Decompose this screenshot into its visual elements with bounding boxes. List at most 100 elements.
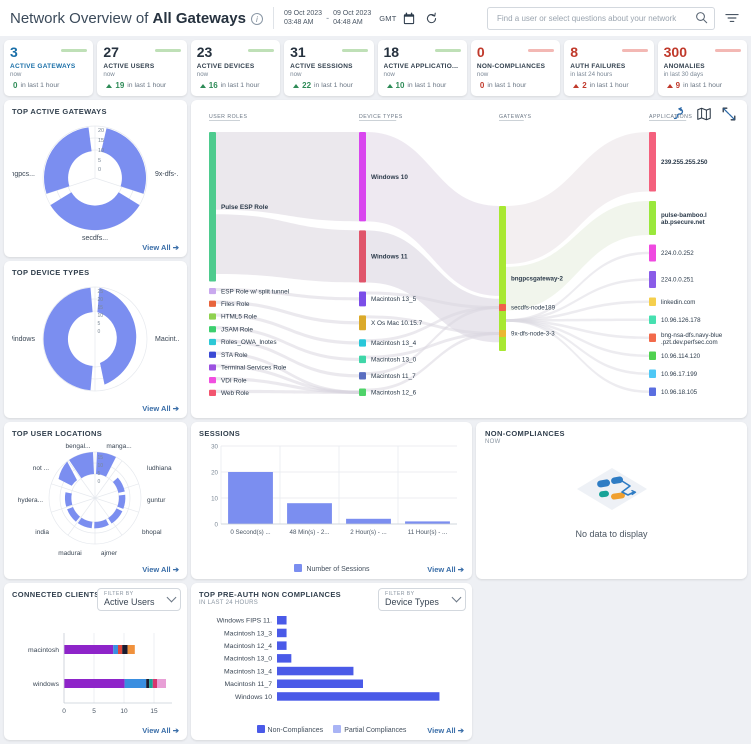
sankey-node[interactable] [209,338,216,346]
bar[interactable] [346,518,391,524]
view-all-link[interactable]: View All ➔ [142,404,179,413]
kpi-card-active-users[interactable]: 27 ACTIVE USERS now 19 in last 1 hour [97,40,187,96]
kpi-card-active-sessions[interactable]: 31 ACTIVE SESSIONS now 22 in last 1 hour [284,40,374,96]
sankey-node[interactable] [359,230,366,283]
bar[interactable] [287,503,332,524]
sankey-node[interactable] [359,339,366,347]
sankey-node[interactable] [209,300,216,307]
sankey-node[interactable] [649,387,656,397]
chevron-down-icon[interactable] [166,592,177,603]
svg-text:5: 5 [92,708,96,715]
connected-clients-chart[interactable]: 0 5 10 15 macintosh windows [12,621,179,733]
view-all-label: View All [142,565,171,574]
sankey-node[interactable] [209,313,216,320]
stacked-bar-segment[interactable] [152,679,157,688]
search-input[interactable] [497,13,695,23]
bar[interactable] [277,692,440,701]
kpi-card-non-compliances[interactable]: 0 NON-COMPLIANCES now 0 in last 1 hour [470,40,561,96]
view-all-link[interactable]: View All ➔ [142,726,179,735]
kpi-card-active-devices[interactable]: 23 ACTIVE DEVICES now 16 in last 1 hour [190,40,281,96]
connected-clients-filter[interactable]: FILTER BY Active Users [97,588,181,611]
search-box[interactable] [487,6,715,30]
sankey-node[interactable] [359,372,366,380]
view-all-link[interactable]: View All ➔ [427,726,464,735]
stacked-bar-segment[interactable] [122,645,128,654]
stacked-bar-segment[interactable] [157,679,166,688]
sankey-diagram[interactable]: USER ROLES DEVICE TYPES GATEWAYS APPLICATIO… [199,106,736,406]
sankey-node[interactable] [649,297,656,307]
kpi-card-auth-failures[interactable]: 8 AUTH FAILURES in last 24 hours 2 in la… [564,40,654,96]
stacked-bar-segment[interactable] [64,679,125,688]
refresh-icon[interactable] [422,9,440,27]
sankey-node[interactable] [209,364,216,371]
view-all-link[interactable]: View All ➔ [142,565,179,574]
stacked-bar-segment[interactable] [64,645,114,654]
filter-icon[interactable] [723,9,741,27]
pre-auth-chart[interactable]: Windows FIPS 11. Macintosh 13_3 Macintosh … [199,610,464,710]
sankey-node[interactable] [209,377,216,384]
sankey-node[interactable] [499,206,506,351]
sankey-node[interactable] [359,388,366,396]
kpi-card-active-applicatio[interactable]: 18 ACTIVE APPLICATIO... now 10 in last 1… [377,40,467,96]
bar[interactable] [277,616,287,625]
sankey-node[interactable] [649,369,656,379]
sessions-chart[interactable]: 30 20 10 0 0 Second(s) ... 48 Min(s) - 2... 2 … [199,438,464,556]
top-user-locations-chart[interactable]: 15 10 5 0 bengal... manga... ludhiana gu… [12,438,179,566]
sankey-node[interactable] [499,304,506,311]
sankey-view-icon[interactable] [671,106,687,124]
legend-item[interactable]: Non-Compliances [256,725,323,734]
bar[interactable] [277,679,363,689]
top-device-types-chart[interactable]: 25 20 15 10 5 0 Windows Macint... [7,277,182,405]
kpi-card-active-gateways[interactable]: 3 ACTIVE GATEWAYS now 0 in last 1 hour [4,40,94,96]
chevron-down-icon[interactable] [451,592,462,603]
sankey-node[interactable] [649,315,656,325]
sankey-node[interactable] [209,351,216,358]
top-active-gateways-chart[interactable]: 20 15 10 5 0 bngpcs... 9x-dfs-... secdfs… [7,116,182,244]
pre-auth-filter[interactable]: FILTER BY Device Types [378,588,466,611]
svg-text:Macintosh 11_7: Macintosh 11_7 [371,373,416,380]
sankey-node[interactable] [649,201,656,235]
stacked-bar-segment[interactable] [127,645,135,654]
kpi-card-anomalies[interactable]: 300 ANOMALIES in last 30 days 9 in last … [657,40,747,96]
map-view-icon[interactable] [696,106,712,124]
sankey-node[interactable] [499,330,506,337]
view-all-link[interactable]: View All ➔ [142,243,179,252]
bar[interactable] [228,472,273,524]
calendar-icon[interactable] [400,9,418,27]
sankey-node[interactable] [209,132,216,282]
svg-text:HTML5 Role: HTML5 Role [221,314,257,321]
sankey-node[interactable] [649,132,656,192]
sankey-node[interactable] [209,287,216,295]
stacked-bar-segment[interactable] [146,679,150,688]
date-range-start[interactable]: 09 Oct 2023 03:48 AM [284,9,322,28]
search-icon[interactable] [695,11,708,26]
sankey-node[interactable] [649,271,656,288]
bar[interactable] [277,666,354,676]
sankey-node[interactable] [359,132,366,222]
sankey-node[interactable] [359,291,366,307]
svg-text:9x-dfs-node-3-3: 9x-dfs-node-3-3 [511,331,555,338]
sankey-node[interactable] [359,355,366,364]
date-range-picker[interactable]: 09 Oct 2023 03:48 AM - 09 Oct 2023 04:48… [284,9,441,28]
stacked-bar-segment[interactable] [118,645,123,654]
sankey-node[interactable] [359,315,366,331]
svg-text:ESP Role w/ split tunnel: ESP Role w/ split tunnel [221,288,289,295]
bar[interactable] [277,628,287,638]
bar[interactable] [277,654,292,663]
date-range-end[interactable]: 09 Oct 2023 04:48 AM [333,9,371,28]
sankey-node[interactable] [649,333,656,343]
stacked-bar-segment[interactable] [149,679,153,688]
sankey-node[interactable] [649,244,656,262]
fullscreen-icon[interactable] [721,106,737,124]
stacked-bar-segment[interactable] [124,679,147,688]
svg-text:5: 5 [98,321,101,327]
sankey-node[interactable] [649,351,656,361]
info-icon[interactable]: i [250,13,263,25]
stacked-bar-segment[interactable] [113,645,118,654]
sankey-node[interactable] [209,326,216,333]
sankey-node[interactable] [209,389,216,396]
legend-item[interactable]: Partial Compliances [333,725,406,734]
kpi-sparkline [621,49,648,52]
bar[interactable] [277,641,287,650]
view-all-link[interactable]: View All ➔ [427,565,464,574]
